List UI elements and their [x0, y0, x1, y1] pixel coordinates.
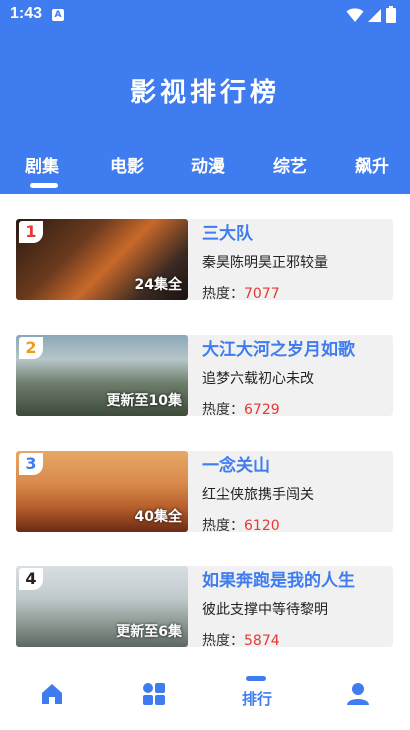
wifi-icon [346, 7, 364, 22]
heat-value: 5874 [244, 633, 280, 649]
nav-category[interactable] [124, 664, 184, 724]
nav-home[interactable] [22, 664, 82, 724]
grid-icon [143, 683, 165, 705]
active-nav-indicator [246, 676, 266, 681]
tab-anime[interactable]: 动漫 [178, 152, 238, 177]
show-title[interactable]: 三大队 [202, 219, 253, 244]
show-title[interactable]: 一念关山 [202, 451, 270, 476]
heat-label: 热度： [202, 402, 244, 418]
heat-label: 热度： [202, 286, 244, 302]
heat-value: 6729 [244, 402, 280, 418]
app-header: 1:43 A 影视排行榜 剧集 电影 动漫 综艺 飙升 [0, 0, 410, 194]
episode-count: 更新至6集 [116, 624, 182, 640]
show-title[interactable]: 如果奔跑是我的人生 [202, 566, 355, 591]
episode-count: 24集全 [134, 277, 182, 293]
nav-profile[interactable] [328, 664, 388, 724]
rank-badge: 2 [19, 337, 43, 359]
rank-badge: 4 [19, 568, 43, 590]
status-bar: 1:43 A [0, 0, 410, 30]
heat-value: 6120 [244, 518, 280, 534]
active-tab-indicator [30, 183, 58, 188]
show-title[interactable]: 大江大河之岁月如歌 [202, 335, 355, 360]
show-description: 追梦六载初心未改 [202, 371, 314, 387]
heat-label: 热度： [202, 518, 244, 534]
nav-ranking-label: 排行 [241, 690, 272, 708]
heat-score: 热度：7077 [202, 283, 280, 303]
episode-count: 40集全 [134, 509, 182, 525]
notification-app-icon: A [52, 9, 64, 21]
category-tabs: 剧集 电影 动漫 综艺 飙升 [0, 152, 410, 182]
poster-thumbnail[interactable]: 2 更新至10集 [16, 335, 188, 416]
show-description: 秦昊陈明昊正邪较量 [202, 255, 328, 271]
tab-variety[interactable]: 综艺 [260, 152, 320, 177]
list-item[interactable]: 4 更新至6集 如果奔跑是我的人生 彼此支撑中等待黎明 热度：5874 [16, 566, 393, 649]
tab-rising[interactable]: 飙升 [342, 152, 402, 177]
poster-thumbnail[interactable]: 1 24集全 [16, 219, 188, 300]
poster-thumbnail[interactable]: 3 40集全 [16, 451, 188, 532]
tab-drama[interactable]: 剧集 [12, 152, 72, 177]
nav-ranking[interactable]: 排行 [227, 664, 287, 724]
show-description: 红尘侠旅携手闯关 [202, 487, 314, 503]
heat-score: 热度：5874 [202, 630, 280, 649]
rank-badge: 3 [19, 453, 43, 475]
list-item[interactable]: 1 24集全 三大队 秦昊陈明昊正邪较量 热度：7077 [16, 219, 393, 303]
heat-value: 7077 [244, 286, 280, 302]
bottom-nav: 排行 [0, 664, 410, 730]
ranking-list: 1 24集全 三大队 秦昊陈明昊正邪较量 热度：7077 2 更新至10集 大江… [0, 194, 410, 649]
list-item[interactable]: 3 40集全 一念关山 红尘侠旅携手闯关 热度：6120 [16, 451, 393, 535]
signal-icon [368, 8, 381, 22]
heat-label: 热度： [202, 633, 244, 649]
tab-movie[interactable]: 电影 [97, 152, 157, 177]
status-icons [346, 6, 396, 23]
list-item[interactable]: 2 更新至10集 大江大河之岁月如歌 追梦六载初心未改 热度：6729 [16, 335, 393, 419]
status-time: 1:43 [10, 5, 43, 22]
poster-thumbnail[interactable]: 4 更新至6集 [16, 566, 188, 647]
page-title: 影视排行榜 [129, 78, 280, 108]
episode-count: 更新至10集 [106, 393, 182, 409]
person-icon [347, 683, 369, 705]
heat-score: 热度：6729 [202, 399, 280, 419]
show-description: 彼此支撑中等待黎明 [202, 602, 328, 618]
rank-badge: 1 [19, 221, 43, 243]
home-icon [42, 684, 62, 704]
heat-score: 热度：6120 [202, 515, 280, 535]
battery-icon [386, 6, 396, 23]
